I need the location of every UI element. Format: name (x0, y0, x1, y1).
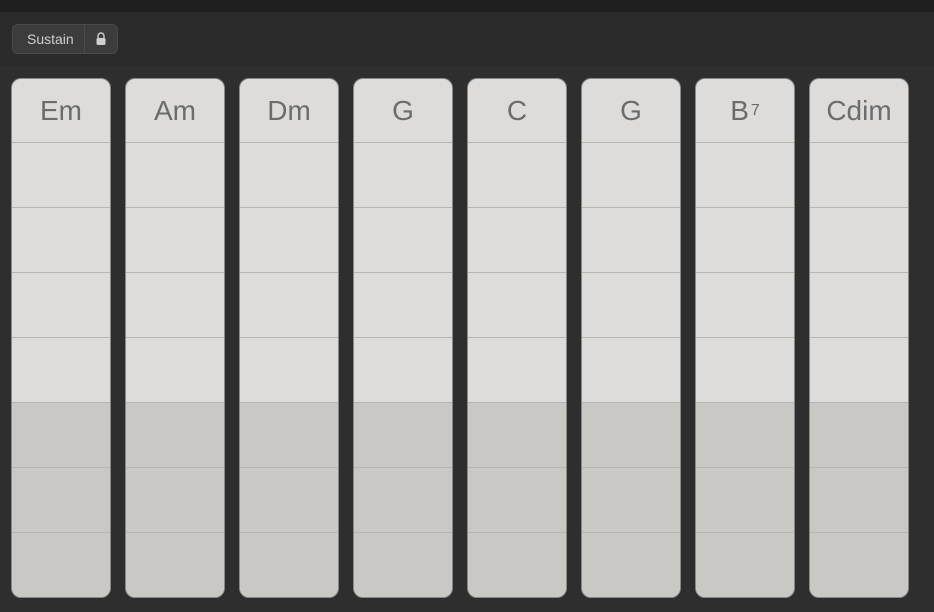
chord-extension: 7 (751, 102, 760, 120)
string-row[interactable] (126, 143, 224, 208)
string-row[interactable] (696, 338, 794, 403)
string-row[interactable] (354, 273, 452, 338)
string-row[interactable] (810, 338, 908, 403)
string-row[interactable] (240, 338, 338, 403)
bass-string-row[interactable] (354, 468, 452, 533)
toolbar: Sustain (0, 12, 934, 66)
chord-strip[interactable]: Am (125, 78, 225, 598)
string-row[interactable] (468, 273, 566, 338)
bass-string-row[interactable] (12, 468, 110, 533)
string-row[interactable] (126, 273, 224, 338)
string-row[interactable] (582, 143, 680, 208)
chord-label: Cdim (810, 79, 908, 143)
bass-string-row[interactable] (696, 533, 794, 597)
bass-string-row[interactable] (810, 533, 908, 597)
chord-root: Cdim (826, 95, 891, 127)
string-row[interactable] (468, 143, 566, 208)
string-row[interactable] (582, 338, 680, 403)
window-titlebar (0, 0, 934, 12)
chord-root: Dm (267, 95, 311, 127)
chord-label: C (468, 79, 566, 143)
bass-string-row[interactable] (468, 468, 566, 533)
bass-string-row[interactable] (582, 403, 680, 468)
bass-string-row[interactable] (810, 403, 908, 468)
string-row[interactable] (582, 208, 680, 273)
chord-label: Em (12, 79, 110, 143)
bass-string-row[interactable] (696, 403, 794, 468)
sustain-label: Sustain (27, 31, 74, 47)
string-row[interactable] (240, 143, 338, 208)
string-row[interactable] (582, 273, 680, 338)
chord-label: B7 (696, 79, 794, 143)
bass-string-row[interactable] (810, 468, 908, 533)
string-row[interactable] (354, 143, 452, 208)
bass-string-row[interactable] (582, 468, 680, 533)
bass-string-row[interactable] (126, 468, 224, 533)
chord-root: C (507, 95, 527, 127)
bass-string-row[interactable] (354, 403, 452, 468)
string-row[interactable] (696, 143, 794, 208)
bass-string-row[interactable] (240, 468, 338, 533)
bass-string-row[interactable] (582, 533, 680, 597)
string-row[interactable] (240, 208, 338, 273)
bass-string-row[interactable] (12, 533, 110, 597)
bass-string-row[interactable] (126, 533, 224, 597)
string-row[interactable] (696, 208, 794, 273)
string-row[interactable] (468, 208, 566, 273)
string-row[interactable] (810, 143, 908, 208)
bass-string-row[interactable] (468, 403, 566, 468)
string-row[interactable] (12, 143, 110, 208)
chord-strip[interactable]: Em (11, 78, 111, 598)
bass-string-row[interactable] (696, 468, 794, 533)
chord-root: B (730, 95, 749, 127)
chord-label: Am (126, 79, 224, 143)
string-row[interactable] (810, 273, 908, 338)
string-row[interactable] (12, 208, 110, 273)
chord-strip[interactable]: G (581, 78, 681, 598)
lock-icon (95, 32, 107, 46)
string-row[interactable] (240, 273, 338, 338)
chord-root: Em (40, 95, 82, 127)
chord-root: G (392, 95, 414, 127)
chord-stage: Em Am Dm G C G B7 Cdim (0, 66, 934, 612)
chord-strip[interactable]: C (467, 78, 567, 598)
bass-string-row[interactable] (468, 533, 566, 597)
chord-root: Am (154, 95, 196, 127)
string-row[interactable] (12, 273, 110, 338)
string-row[interactable] (696, 273, 794, 338)
chord-label: Dm (240, 79, 338, 143)
string-row[interactable] (354, 208, 452, 273)
string-row[interactable] (126, 208, 224, 273)
string-row[interactable] (126, 338, 224, 403)
chord-strip[interactable]: Cdim (809, 78, 909, 598)
bass-string-row[interactable] (240, 533, 338, 597)
bass-string-row[interactable] (12, 403, 110, 468)
sustain-button[interactable]: Sustain (12, 24, 118, 54)
string-row[interactable] (810, 208, 908, 273)
chord-label: G (582, 79, 680, 143)
chord-strip[interactable]: B7 (695, 78, 795, 598)
chord-strip[interactable]: Dm (239, 78, 339, 598)
bass-string-row[interactable] (354, 533, 452, 597)
chord-strip[interactable]: G (353, 78, 453, 598)
string-row[interactable] (468, 338, 566, 403)
chord-label: G (354, 79, 452, 143)
string-row[interactable] (354, 338, 452, 403)
sustain-divider (84, 25, 85, 53)
bass-string-row[interactable] (126, 403, 224, 468)
chord-root: G (620, 95, 642, 127)
bass-string-row[interactable] (240, 403, 338, 468)
string-row[interactable] (12, 338, 110, 403)
